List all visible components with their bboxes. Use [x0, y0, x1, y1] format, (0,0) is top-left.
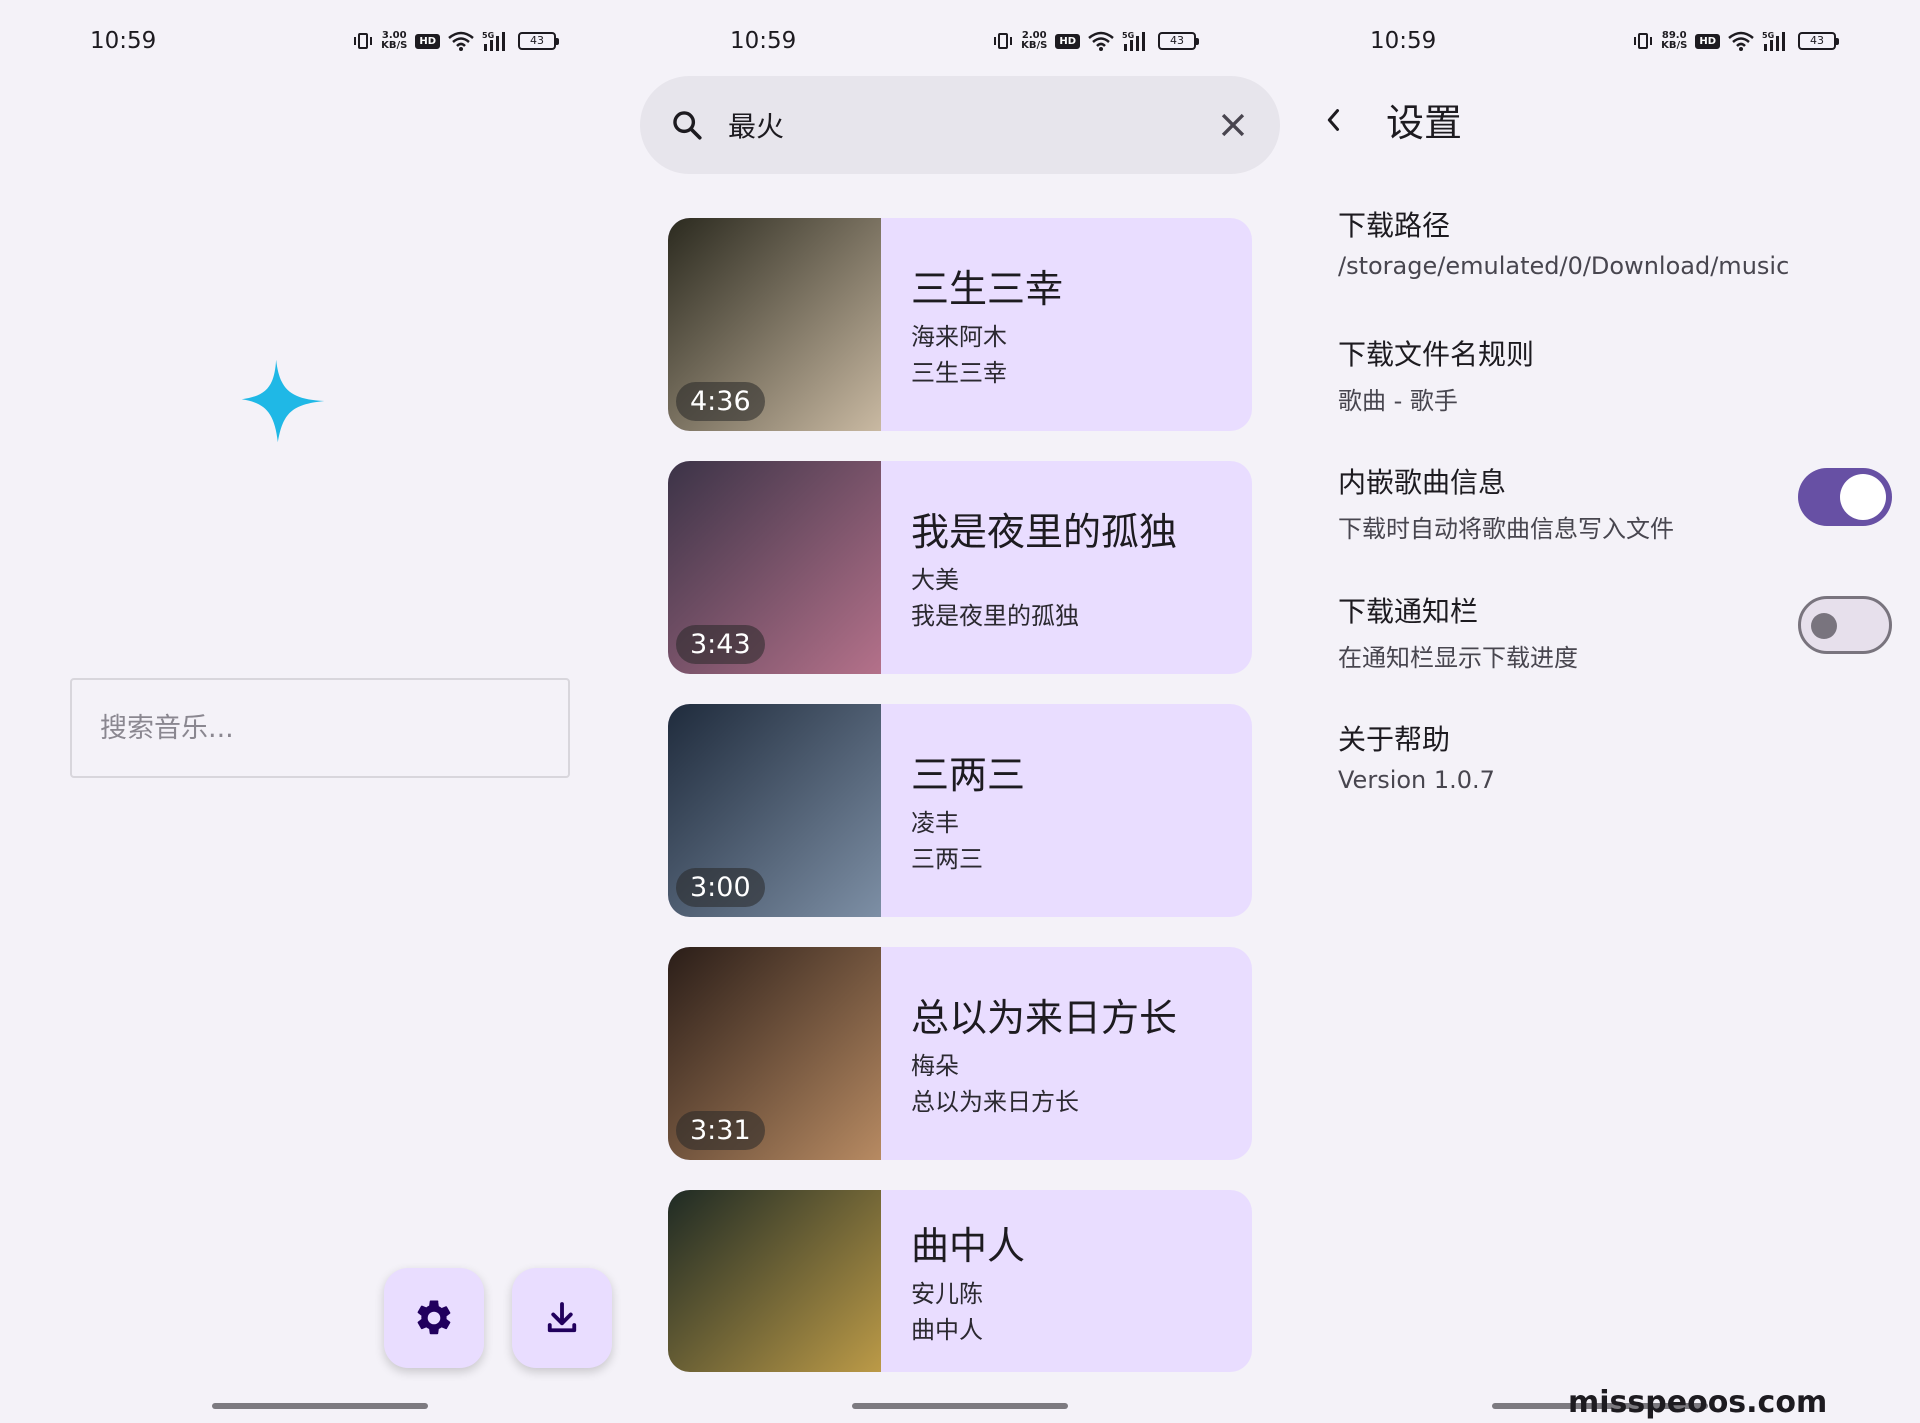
settings-header: 设置 — [1320, 92, 1462, 147]
song-album: 三两三 — [911, 845, 983, 873]
download-button[interactable] — [512, 1268, 612, 1368]
song-title: 三两三 — [911, 753, 1026, 797]
song-card[interactable]: 3:43 我是夜里的孤独 大美 我是夜里的孤独 — [668, 461, 1252, 674]
album-art: 3:31 — [668, 947, 881, 1160]
vibrate-icon — [994, 33, 1013, 49]
embed-info-toggle[interactable] — [1798, 468, 1892, 526]
song-info: 曲中人 安儿陈 曲中人 — [881, 1190, 1025, 1372]
song-album: 我是夜里的孤独 — [911, 602, 1079, 630]
home-screen: 10:59 3.00 KB/S HD 5G 43 — [0, 0, 640, 1423]
setting-value: 歌曲 - 歌手 — [1338, 387, 1458, 415]
toggle-knob — [1811, 613, 1837, 639]
setting-value: /storage/emulated/0/Download/music — [1338, 252, 1790, 280]
song-artist: 大美 — [911, 566, 959, 594]
status-time: 10:59 — [730, 28, 797, 54]
song-card[interactable]: 3:31 总以为来日方长 梅朵 总以为来日方长 — [668, 947, 1252, 1160]
setting-about-help[interactable]: 关于帮助 Version 1.0.7 — [1338, 718, 1898, 794]
setting-label: 下载文件名规则 — [1338, 338, 1535, 371]
home-indicator[interactable] — [212, 1403, 428, 1409]
search-bar[interactable]: 最火 — [640, 76, 1280, 174]
download-icon — [547, 1302, 577, 1333]
hd-badge: HD — [1695, 33, 1720, 49]
song-artist: 凌丰 — [911, 809, 959, 837]
song-card[interactable]: 曲中人 安儿陈 曲中人 — [668, 1190, 1252, 1372]
netspeed: 2.00 KB/S — [1021, 30, 1048, 51]
netspeed: 89.0 KB/S — [1661, 30, 1688, 51]
song-info: 三生三幸 海来阿木 三生三幸 — [881, 218, 1063, 431]
status-time: 10:59 — [1370, 28, 1437, 54]
clear-icon[interactable] — [1216, 108, 1250, 142]
song-artist: 梅朵 — [911, 1052, 959, 1080]
song-artist: 安儿陈 — [911, 1279, 983, 1308]
setting-filename-rule[interactable]: 下载文件名规则 歌曲 - 歌手 — [1338, 333, 1898, 416]
song-info: 我是夜里的孤独 大美 我是夜里的孤独 — [881, 461, 1177, 674]
svg-text:5G: 5G — [1762, 31, 1774, 40]
duration-badge: 3:00 — [676, 868, 765, 907]
song-title: 三生三幸 — [911, 267, 1064, 311]
hd-badge: HD — [1055, 33, 1080, 49]
battery-icon: 43 — [518, 32, 559, 50]
album-art — [668, 1190, 881, 1372]
sparkle-logo-icon — [241, 359, 325, 443]
settings-button[interactable] — [384, 1268, 484, 1368]
netspeed: 3.00 KB/S — [381, 30, 408, 51]
song-info: 三两三 凌丰 三两三 — [881, 704, 1025, 917]
search-results-screen: 10:59 2.00 KB/S HD 5G 43 最火 4:36 三生三幸 海来阿木三… — [640, 0, 1280, 1423]
battery-icon: 43 — [1158, 32, 1199, 50]
album-art: 3:43 — [668, 461, 881, 674]
song-artist: 海来阿木 — [911, 323, 1007, 351]
search-input[interactable] — [70, 678, 570, 778]
duration-badge: 3:31 — [676, 1111, 765, 1150]
watermark: misspeoos.com — [1568, 1385, 1828, 1420]
search-icon — [673, 111, 702, 140]
setting-download-path[interactable]: 下载路径 /storage/emulated/0/Download/music — [1338, 204, 1898, 280]
toggle-knob — [1840, 474, 1886, 520]
wifi-icon — [1088, 31, 1114, 51]
song-album: 曲中人 — [911, 1315, 983, 1344]
vibrate-icon — [354, 33, 373, 49]
svg-text:5G: 5G — [482, 31, 494, 40]
setting-label: 关于帮助 — [1338, 723, 1451, 756]
song-card[interactable]: 3:00 三两三 凌丰 三两三 — [668, 704, 1252, 917]
gear-icon — [417, 1300, 451, 1335]
home-indicator[interactable] — [852, 1403, 1068, 1409]
back-icon[interactable] — [1320, 106, 1348, 134]
status-bar: 10:59 3.00 KB/S HD 5G 43 — [90, 24, 590, 58]
vibrate-icon — [1634, 33, 1653, 49]
song-album: 总以为来日方长 — [911, 1088, 1079, 1116]
song-album: 三生三幸 — [911, 359, 1007, 387]
svg-text:5G: 5G — [1122, 31, 1134, 40]
signal-5g-icon: 5G — [482, 31, 505, 51]
song-title: 曲中人 — [911, 1223, 1026, 1268]
page-title: 设置 — [1386, 101, 1463, 145]
song-card[interactable]: 4:36 三生三幸 海来阿木 三生三幸 — [668, 218, 1252, 431]
album-art: 3:00 — [668, 704, 881, 917]
setting-label: 下载路径 — [1338, 209, 1451, 242]
search-query[interactable]: 最火 — [728, 105, 1216, 145]
song-title: 我是夜里的孤独 — [911, 510, 1178, 554]
hd-badge: HD — [415, 33, 440, 49]
status-time: 10:59 — [90, 28, 157, 54]
song-info: 总以为来日方长 梅朵 总以为来日方长 — [881, 947, 1177, 1160]
download-notification-toggle[interactable] — [1798, 596, 1892, 654]
battery-icon: 43 — [1798, 32, 1839, 50]
signal-5g-icon: 5G — [1122, 31, 1145, 51]
wifi-icon — [1728, 31, 1754, 51]
duration-badge: 4:36 — [676, 382, 765, 421]
signal-5g-icon: 5G — [1762, 31, 1785, 51]
status-bar: 10:59 89.0 KB/S HD 5G 43 — [1370, 24, 1870, 58]
setting-value: Version 1.0.7 — [1338, 766, 1495, 794]
song-title: 总以为来日方长 — [911, 996, 1178, 1040]
album-art: 4:36 — [668, 218, 881, 431]
status-bar: 10:59 2.00 KB/S HD 5G 43 — [730, 24, 1230, 58]
wifi-icon — [448, 31, 474, 51]
settings-screen: 10:59 89.0 KB/S HD 5G 43 设置 下载路径 /storage… — [1280, 0, 1920, 1423]
duration-badge: 3:43 — [676, 625, 765, 664]
